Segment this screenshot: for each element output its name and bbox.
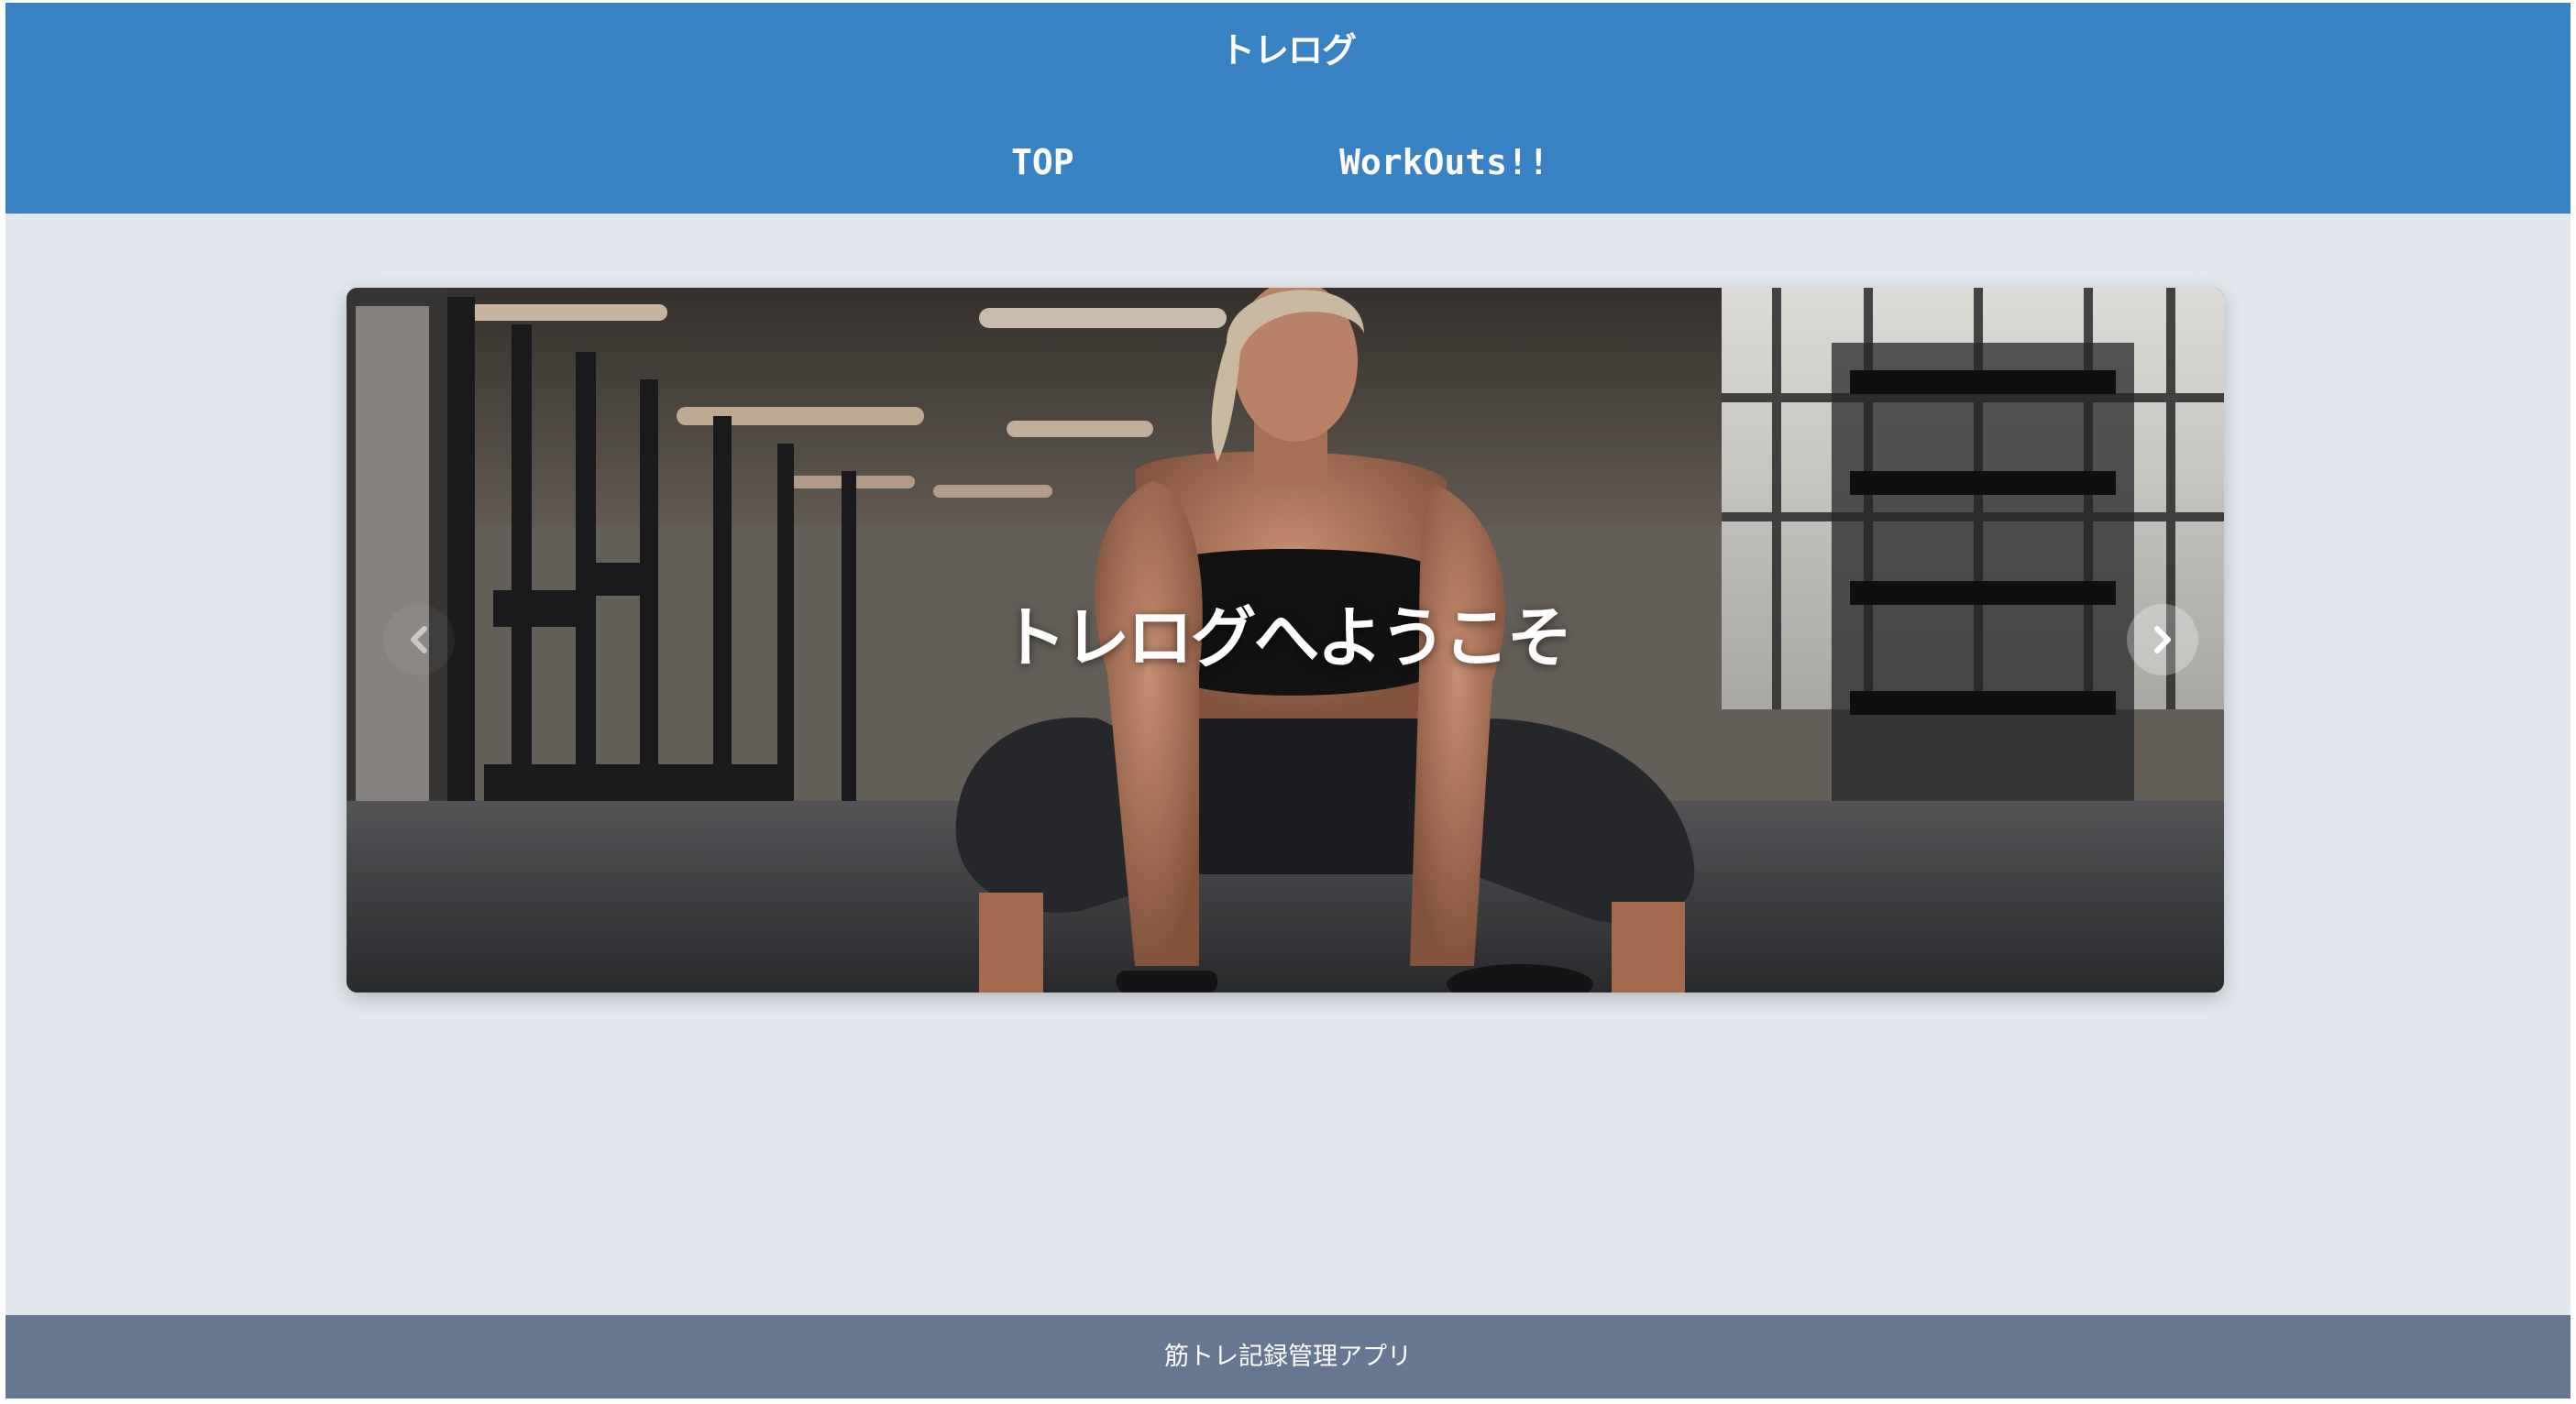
carousel-next-button[interactable] (2127, 604, 2198, 675)
chevron-right-icon (2154, 626, 2171, 653)
hero-carousel: トレログへようこそ (347, 288, 2224, 993)
carousel-prev-button[interactable] (383, 604, 455, 675)
footer-text: 筋トレ記録管理アプリ (1164, 1343, 1412, 1371)
site-footer: 筋トレ記録管理アプリ (6, 1315, 2570, 1399)
site-header: トレログ TOP WorkOuts!! (6, 3, 2570, 214)
nav-link-workouts[interactable]: WorkOuts!! (1339, 137, 1549, 188)
app-title: トレログ (1219, 30, 1357, 71)
carousel-headline: トレログへようこそ (1000, 599, 1572, 676)
page: トレログ TOP WorkOuts!! トレログへようこそ 筋トレ記録管理アプリ (6, 3, 2570, 1399)
nav-link-top[interactable]: TOP (1011, 137, 1074, 188)
chevron-left-icon (411, 626, 427, 653)
